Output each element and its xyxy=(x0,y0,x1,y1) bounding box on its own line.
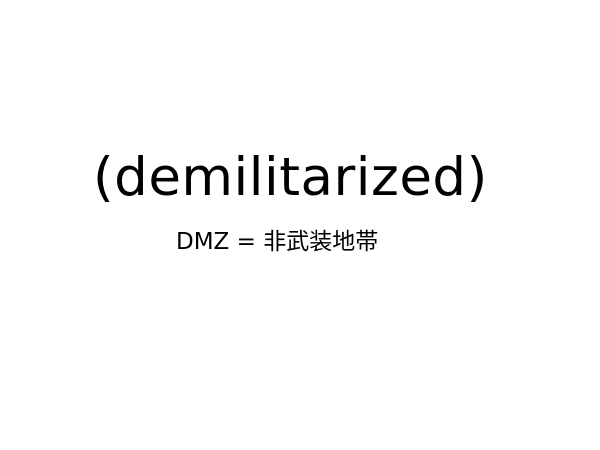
headline-text: (demilitarized) xyxy=(93,147,488,208)
white-canvas: (demilitarized) DMZ = 非武装地帯 xyxy=(0,0,600,450)
translation-text: DMZ = 非武装地帯 xyxy=(176,229,379,255)
